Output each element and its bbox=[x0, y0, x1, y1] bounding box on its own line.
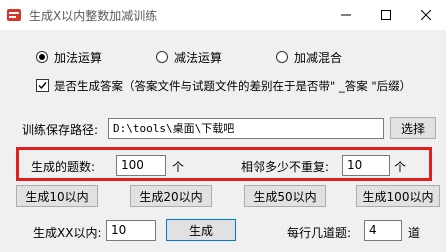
no-repeat-unit: 个 bbox=[394, 160, 407, 174]
close-button[interactable] bbox=[406, 0, 446, 30]
radio-sub[interactable] bbox=[156, 51, 168, 63]
count-unit: 个 bbox=[172, 160, 185, 174]
answer-checkbox[interactable] bbox=[36, 79, 49, 92]
maximize-button[interactable] bbox=[366, 0, 406, 30]
generate-50-button[interactable]: 生成50以内 bbox=[244, 185, 326, 207]
window-title: 生成X以内整数加减训练 bbox=[29, 9, 158, 23]
radio-mixed[interactable] bbox=[276, 51, 288, 63]
generate-20-button[interactable]: 生成20以内 bbox=[130, 185, 212, 207]
minimize-button[interactable] bbox=[326, 0, 366, 30]
radio-add-label[interactable]: 加法运算 bbox=[54, 49, 102, 66]
answer-checkbox-label[interactable]: 是否生成答案（答案文件与试题文件的差别在于是否带" _答案 "后缀） bbox=[54, 78, 411, 94]
title-bar: 生成X以内整数加减训练 bbox=[0, 0, 446, 30]
check-icon bbox=[38, 82, 47, 90]
count-label: 生成的题数: bbox=[31, 160, 96, 174]
path-input[interactable]: D:\tools\桌面\下载吧 bbox=[108, 118, 384, 139]
no-repeat-label: 相邻多少不重复: bbox=[241, 160, 330, 174]
close-icon bbox=[421, 10, 431, 20]
generate-100-button[interactable]: 生成100以内 bbox=[356, 185, 440, 207]
per-row-input[interactable]: 4 bbox=[364, 220, 402, 241]
custom-range-label: 生成XX以内: bbox=[33, 226, 102, 240]
minimize-icon bbox=[341, 14, 351, 16]
app-icon bbox=[6, 7, 22, 23]
generate-10-button[interactable]: 生成10以内 bbox=[16, 185, 98, 207]
custom-range-input[interactable]: 10 bbox=[106, 220, 156, 241]
radio-mixed-label[interactable]: 加减混合 bbox=[294, 49, 342, 66]
path-label: 训练保存路径: bbox=[22, 123, 99, 137]
generate-button[interactable]: 生成 bbox=[166, 219, 236, 241]
count-input[interactable]: 100 bbox=[116, 155, 166, 176]
radio-add[interactable] bbox=[36, 51, 48, 63]
maximize-icon bbox=[381, 10, 391, 20]
choose-path-button[interactable]: 选择 bbox=[390, 117, 436, 139]
per-row-label: 每行几道题: bbox=[287, 226, 352, 240]
radio-selected-dot bbox=[39, 54, 45, 60]
radio-sub-label[interactable]: 减法运算 bbox=[174, 49, 222, 66]
per-row-unit: 道 bbox=[408, 226, 421, 240]
no-repeat-input[interactable]: 10 bbox=[342, 155, 390, 176]
